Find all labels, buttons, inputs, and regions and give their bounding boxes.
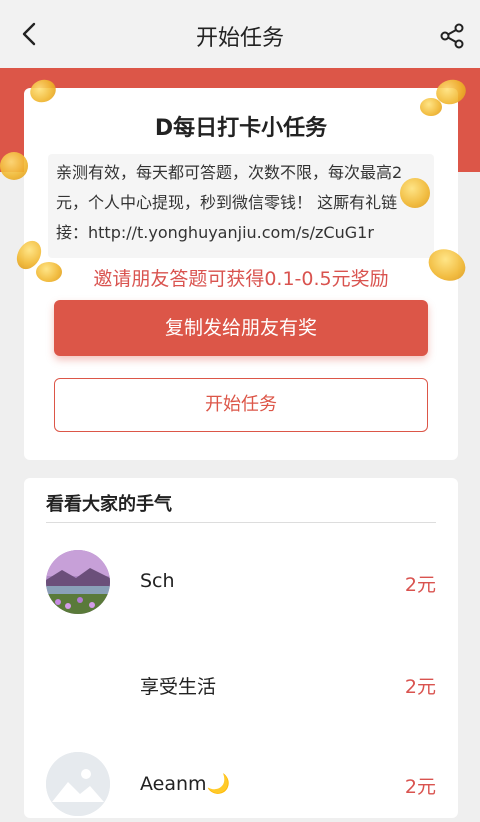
- top-nav-bar: 开始任务: [0, 0, 480, 68]
- start-task-button[interactable]: 开始任务: [54, 378, 428, 432]
- list-item: Sch 2元: [46, 550, 436, 620]
- reward-amount: 2元: [404, 574, 436, 596]
- copy-share-button[interactable]: 复制发给朋友有奖: [54, 300, 428, 356]
- user-name: 享受生活: [140, 676, 217, 698]
- share-icon[interactable]: [438, 22, 466, 50]
- task-description-box: 亲测有效，每天都可答题，次数不限，每次最高2元，个人中心提现，秒到微信零钱！ 这…: [48, 154, 434, 258]
- list-item: 享受生活 2元: [46, 652, 436, 722]
- user-name: Sch: [140, 570, 175, 592]
- coin-decoration-icon: [36, 262, 62, 282]
- coin-decoration-icon: [400, 178, 430, 208]
- task-card: D每日打卡小任务 亲测有效，每天都可答题，次数不限，每次最高2元，个人中心提现，…: [24, 88, 458, 460]
- luck-section-title: 看看大家的手气: [46, 494, 172, 515]
- divider: [46, 522, 436, 523]
- luck-card: 看看大家的手气 Sch 2元 享受生活 2元 Aeanm🌙 2元: [24, 478, 458, 818]
- task-description: 亲测有效，每天都可答题，次数不限，每次最高2元，个人中心提现，秒到微信零钱！ 这…: [56, 163, 403, 242]
- reward-amount: 2元: [404, 776, 436, 798]
- coin-decoration-icon: [420, 98, 442, 116]
- coin-decoration-icon: [0, 152, 28, 180]
- user-name: Aeanm🌙: [140, 773, 231, 795]
- task-title: D每日打卡小任务: [154, 116, 328, 141]
- list-item: Aeanm🌙 2元: [46, 752, 436, 822]
- avatar: [46, 652, 110, 716]
- reward-amount: 2元: [404, 676, 436, 698]
- page-title: 开始任务: [195, 26, 284, 51]
- avatar: [46, 550, 110, 614]
- invite-reward-text: 邀请朋友答题可获得0.1-0.5元奖励: [93, 268, 389, 290]
- avatar: [46, 752, 110, 816]
